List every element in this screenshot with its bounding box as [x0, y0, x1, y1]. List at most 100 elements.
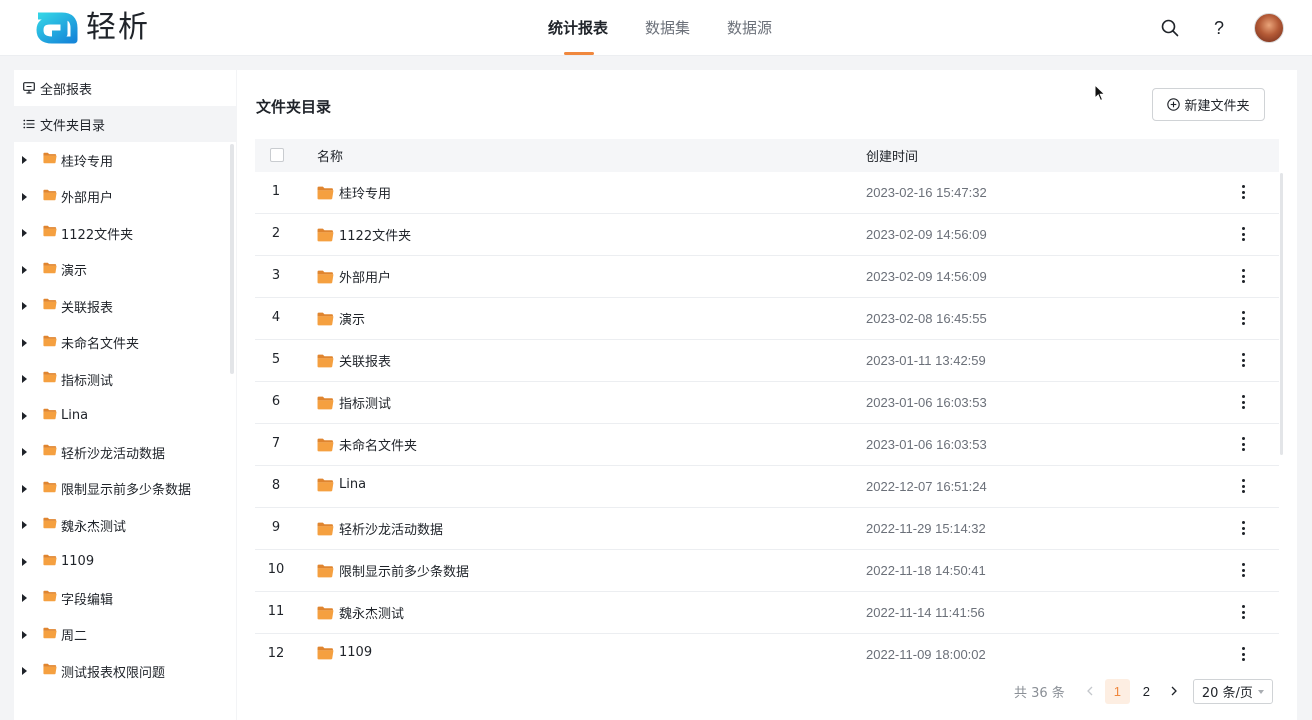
table-row[interactable]: 2 1122文件夹 2023-02-09 14:56:09: [255, 214, 1279, 256]
sidebar-folder-item[interactable]: 1122文件夹: [14, 215, 236, 252]
row-name[interactable]: 魏永杰测试: [317, 603, 404, 622]
more-actions-icon[interactable]: [1235, 225, 1251, 243]
more-actions-icon[interactable]: [1235, 309, 1251, 327]
select-all-checkbox[interactable]: [270, 148, 284, 162]
table-row[interactable]: 7 未命名文件夹 2023-01-06 16:03:53: [255, 424, 1279, 466]
prev-page-button[interactable]: [1077, 678, 1103, 704]
sidebar-folder-item[interactable]: 限制显示前多少条数据: [14, 471, 236, 508]
more-actions-icon[interactable]: [1235, 351, 1251, 369]
table-row[interactable]: 3 外部用户 2023-02-09 14:56:09: [255, 256, 1279, 298]
sidebar-folder-item[interactable]: Lina: [14, 398, 236, 435]
tab-datasources[interactable]: 数据源: [727, 0, 772, 56]
sidebar-folder-label: 测试报表权限问题: [61, 665, 166, 681]
row-name-label: 演示: [339, 313, 366, 328]
row-name[interactable]: 桂玲专用: [317, 183, 391, 202]
help-icon[interactable]: ?: [1207, 16, 1231, 40]
caret-right-icon[interactable]: [22, 484, 27, 493]
row-created-time: 2022-12-07 16:51:24: [866, 479, 987, 494]
row-name[interactable]: 指标测试: [317, 393, 391, 412]
caret-right-icon[interactable]: [22, 229, 27, 238]
caret-right-icon[interactable]: [22, 265, 27, 274]
folder-icon: [43, 445, 57, 456]
caret-right-icon[interactable]: [22, 411, 27, 420]
caret-right-icon[interactable]: [22, 338, 27, 347]
row-index: 9: [271, 520, 281, 535]
caret-right-icon[interactable]: [22, 594, 27, 603]
row-name[interactable]: 外部用户: [317, 267, 391, 286]
sidebar-folder-item[interactable]: 桂玲专用: [14, 142, 236, 179]
row-name[interactable]: 关联报表: [317, 351, 391, 370]
sidebar-folder-item[interactable]: 未命名文件夹: [14, 325, 236, 362]
caret-right-icon[interactable]: [22, 630, 27, 639]
pagination: 共 36 条 1 2 20 条/页: [1014, 678, 1273, 704]
caret-right-icon[interactable]: [22, 557, 27, 566]
more-actions-icon[interactable]: [1235, 603, 1251, 621]
row-name[interactable]: 演示: [317, 309, 365, 328]
row-name[interactable]: 限制显示前多少条数据: [317, 561, 469, 580]
sidebar-all-reports[interactable]: 全部报表: [14, 70, 236, 106]
row-name[interactable]: 1109: [317, 645, 372, 660]
page-2-button[interactable]: 2: [1134, 679, 1159, 704]
sidebar-folder-item[interactable]: 关联报表: [14, 288, 236, 325]
caret-right-icon[interactable]: [22, 375, 27, 384]
more-actions-icon[interactable]: [1235, 519, 1251, 537]
more-actions-icon[interactable]: [1235, 645, 1251, 662]
row-name-label: 关联报表: [339, 355, 392, 370]
sidebar: 全部报表 文件夹目录 桂玲专用外部用户 1122文件夹 演示 关联报表 未命名文件夹 指标…: [14, 70, 236, 720]
main-panel: 文件夹目录 新建文件夹 名称 创建时间 1 桂玲专用 2023-02-16 15:4…: [237, 70, 1297, 720]
table-row[interactable]: 5 关联报表 2023-01-11 13:42:59: [255, 340, 1279, 382]
sidebar-folder-item[interactable]: 轻析沙龙活动数据: [14, 434, 236, 471]
row-name[interactable]: Lina: [317, 477, 366, 492]
sidebar-folder-item[interactable]: 字段编辑: [14, 580, 236, 617]
sidebar-folder-item[interactable]: 指标测试: [14, 361, 236, 398]
table-row[interactable]: 4 演示 2023-02-08 16:45:55: [255, 298, 1279, 340]
more-actions-icon[interactable]: [1235, 435, 1251, 453]
caret-right-icon[interactable]: [22, 156, 27, 165]
table-scrollbar[interactable]: [1280, 173, 1283, 455]
row-name[interactable]: 1122文件夹: [317, 225, 411, 244]
column-header-name: 名称: [317, 150, 344, 165]
row-index: 10: [267, 562, 285, 577]
caret-right-icon[interactable]: [22, 302, 27, 311]
caret-right-icon[interactable]: [22, 667, 27, 676]
more-actions-icon[interactable]: [1235, 183, 1251, 201]
tab-statistics-reports[interactable]: 统计报表: [548, 0, 608, 56]
more-actions-icon[interactable]: [1235, 561, 1251, 579]
sidebar-folder-item[interactable]: 外部用户: [14, 179, 236, 216]
row-name[interactable]: 轻析沙龙活动数据: [317, 519, 443, 538]
more-actions-icon[interactable]: [1235, 267, 1251, 285]
tab-datasets[interactable]: 数据集: [645, 0, 690, 56]
page-size-select[interactable]: 20 条/页: [1192, 678, 1273, 704]
logo[interactable]: 轻析: [36, 12, 150, 44]
sidebar-folder-label: 桂玲专用: [61, 154, 114, 170]
table-row[interactable]: 1 桂玲专用 2023-02-16 15:47:32: [255, 172, 1279, 214]
sidebar-folder-item[interactable]: 周二: [14, 617, 236, 654]
caret-right-icon[interactable]: [22, 521, 27, 530]
folder-icon: [317, 354, 334, 367]
table-row[interactable]: 8 Lina 2022-12-07 16:51:24: [255, 466, 1279, 508]
total-count: 共 36 条: [1014, 685, 1065, 701]
sidebar-folder-item[interactable]: 1109: [14, 544, 236, 581]
sidebar-folder-item[interactable]: 演示: [14, 252, 236, 289]
new-folder-button[interactable]: 新建文件夹: [1152, 88, 1265, 121]
more-actions-icon[interactable]: [1235, 393, 1251, 411]
table-row[interactable]: 9 轻析沙龙活动数据 2022-11-29 15:14:32: [255, 508, 1279, 550]
row-name-label: 外部用户: [339, 271, 392, 286]
sidebar-folder-item[interactable]: 魏永杰测试: [14, 507, 236, 544]
next-page-button[interactable]: [1161, 678, 1187, 704]
avatar[interactable]: [1254, 13, 1284, 43]
caret-right-icon[interactable]: [22, 448, 27, 457]
sidebar-scrollbar[interactable]: [230, 144, 234, 374]
sidebar-folder-item[interactable]: 测试报表权限问题: [14, 653, 236, 690]
table-row[interactable]: 10 限制显示前多少条数据 2022-11-18 14:50:41: [255, 550, 1279, 592]
row-name[interactable]: 未命名文件夹: [317, 435, 417, 454]
page-1-button[interactable]: 1: [1104, 678, 1130, 704]
sidebar-folder-directory[interactable]: 文件夹目录: [14, 106, 236, 142]
more-actions-icon[interactable]: [1235, 477, 1251, 495]
table-row[interactable]: 6 指标测试 2023-01-06 16:03:53: [255, 382, 1279, 424]
sidebar-all-reports-label: 全部报表: [40, 82, 93, 98]
caret-right-icon[interactable]: [22, 192, 27, 201]
table-row[interactable]: 12 1109 2022-11-09 18:00:02: [255, 634, 1279, 662]
search-icon[interactable]: [1158, 16, 1182, 40]
table-row[interactable]: 11 魏永杰测试 2022-11-14 11:41:56: [255, 592, 1279, 634]
